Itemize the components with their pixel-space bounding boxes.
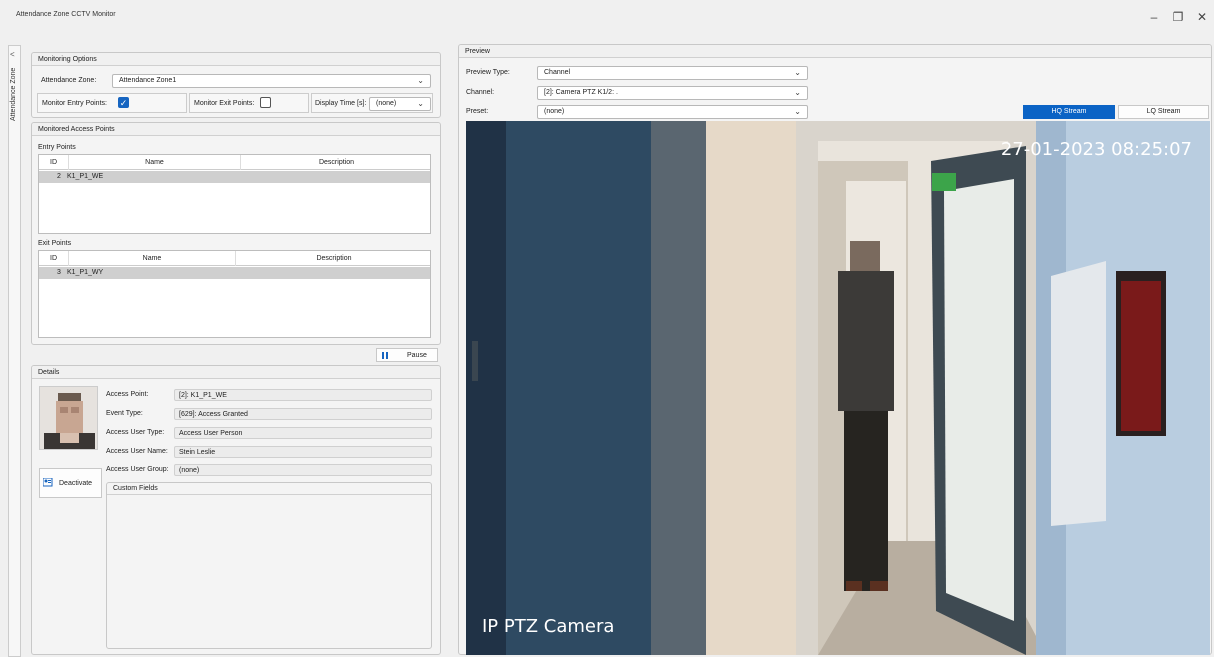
camera-video-feed[interactable]: 27-01-2023 08:25:07 IP PTZ Camera — [466, 121, 1210, 655]
channel-value: [2]: Camera PTZ K1/2: . — [544, 89, 618, 96]
cell-name: K1_P1_WE — [67, 173, 104, 180]
column-header-name[interactable]: Name — [69, 251, 236, 266]
entry-points-heading: Entry Points — [38, 144, 76, 151]
preset-value: (none) — [544, 108, 565, 115]
camera-frame-image — [466, 121, 1210, 655]
channel-label: Channel: — [466, 89, 495, 96]
deactivate-user-icon — [43, 478, 53, 487]
entry-points-checkbox[interactable]: ✓ — [118, 97, 129, 108]
deactivate-label: Deactivate — [59, 480, 93, 487]
column-header-description[interactable]: Description — [241, 155, 432, 170]
table-row[interactable]: 2 K1_P1_WE — [39, 171, 430, 183]
zone-select[interactable]: Attendance Zone1 ⌄ — [112, 74, 431, 88]
exit-points-label: Monitor Exit Points: — [194, 100, 255, 107]
event-type-field: [629]: Access Granted — [174, 408, 432, 420]
entry-points-table[interactable]: ID Name Description 2 K1_P1_WE — [38, 154, 431, 234]
exit-points-heading: Exit Points — [38, 240, 72, 247]
chevron-down-icon: ⌄ — [417, 99, 424, 108]
deactivate-button[interactable]: Deactivate — [39, 468, 102, 498]
column-header-description[interactable]: Description — [236, 251, 432, 266]
title-bar — [0, 0, 1214, 36]
chevron-down-icon: ⌄ — [794, 68, 801, 77]
access-point-field: [2]: K1_P1_WE — [174, 389, 432, 401]
close-button[interactable]: ✕ — [1190, 7, 1214, 27]
monitoring-options-group: Monitoring Options Attendance Zone: Atte… — [31, 52, 441, 118]
channel-select[interactable]: [2]: Camera PTZ K1/2: . ⌄ — [537, 86, 808, 100]
group-title: Preview — [459, 45, 1211, 58]
group-title: Monitored Access Points — [32, 123, 440, 136]
cell-id: 2 — [57, 173, 61, 180]
cell-id: 3 — [57, 269, 61, 276]
video-timestamp: 27-01-2023 08:25:07 — [1000, 139, 1192, 160]
chevron-down-icon: ⌄ — [794, 88, 801, 97]
camera-name-overlay: IP PTZ Camera — [482, 616, 615, 637]
pause-icon — [382, 352, 384, 359]
user-type-label: Access User Type: — [106, 429, 165, 436]
pause-label: Pause — [407, 352, 427, 359]
table-row[interactable]: 3 K1_P1_WY — [39, 267, 430, 279]
exit-points-toggle-box: Monitor Exit Points: — [189, 93, 309, 113]
pause-icon-bar — [386, 352, 388, 359]
column-header-name[interactable]: Name — [69, 155, 241, 170]
side-tab-label: Attendance Zone — [10, 67, 17, 121]
column-header-id[interactable]: ID — [39, 251, 69, 266]
user-group-field: (none) — [174, 464, 432, 476]
user-photo — [39, 386, 98, 450]
group-title: Monitoring Options — [32, 53, 440, 66]
preview-type-label: Preview Type: — [466, 69, 510, 76]
access-point-label: Access Point: — [106, 391, 149, 398]
user-name-label: Access User Name: — [106, 448, 168, 455]
table-header: ID Name Description — [39, 155, 430, 170]
exit-points-table[interactable]: ID Name Description 3 K1_P1_WY — [38, 250, 431, 338]
user-type-field: Access User Person — [174, 427, 432, 439]
display-time-value: (none) — [376, 100, 397, 107]
lq-stream-button[interactable]: LQ Stream — [1118, 105, 1209, 119]
chevron-down-icon: ⌄ — [417, 76, 424, 85]
table-header: ID Name Description — [39, 251, 430, 266]
user-name-field: Stein Leslie — [174, 446, 432, 458]
preset-select[interactable]: (none) ⌄ — [537, 105, 808, 119]
zone-value: Attendance Zone1 — [119, 77, 177, 84]
details-group: Details Access Point: [2]: K1_P1_WE Even… — [31, 365, 441, 655]
preset-label: Preset: — [466, 108, 489, 115]
display-time-label: Display Time [s]: — [315, 100, 367, 107]
custom-fields-panel: Custom Fields — [106, 482, 432, 649]
preview-type-select[interactable]: Channel ⌄ — [537, 66, 808, 80]
restore-button[interactable]: ❐ — [1166, 7, 1190, 27]
window-title: Attendance Zone CCTV Monitor — [16, 11, 116, 18]
display-time-box: Display Time [s]: (none) ⌄ — [311, 93, 433, 113]
entry-points-toggle-box: Monitor Entry Points: ✓ — [37, 93, 187, 113]
preview-type-value: Channel — [544, 69, 571, 76]
chevron-down-icon: ⌄ — [794, 107, 801, 116]
user-photo-image — [40, 387, 97, 449]
cell-name: K1_P1_WY — [67, 269, 104, 276]
pause-button[interactable]: Pause — [376, 348, 438, 362]
side-tab[interactable]: < Attendance Zone — [8, 45, 21, 657]
monitored-access-points-group: Monitored Access Points Entry Points ID … — [31, 122, 441, 345]
display-time-select[interactable]: (none) ⌄ — [369, 97, 431, 111]
zone-label: Attendance Zone: — [41, 77, 97, 84]
column-header-id[interactable]: ID — [39, 155, 69, 170]
event-type-label: Event Type: — [106, 410, 143, 417]
entry-points-label: Monitor Entry Points: — [42, 100, 107, 107]
group-title: Details — [32, 366, 440, 379]
minimize-button[interactable]: – — [1142, 7, 1166, 27]
user-group-label: Access User Group: — [106, 466, 169, 473]
exit-points-checkbox[interactable] — [260, 97, 271, 108]
hq-stream-button[interactable]: HQ Stream — [1023, 105, 1115, 119]
custom-fields-title: Custom Fields — [107, 483, 431, 495]
collapse-icon[interactable]: < — [10, 50, 15, 59]
